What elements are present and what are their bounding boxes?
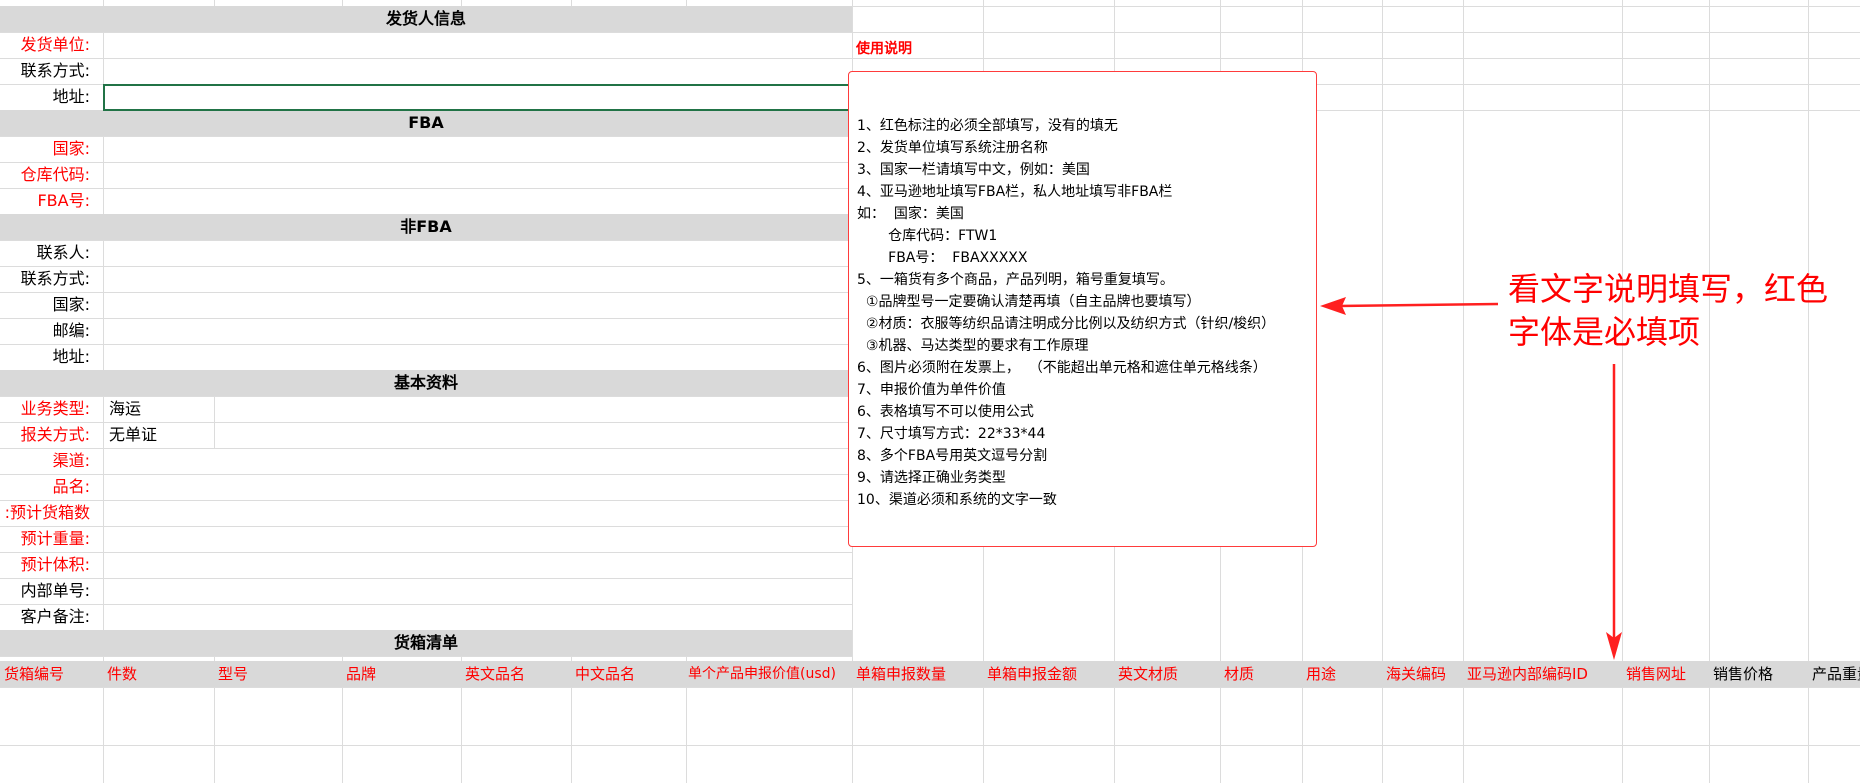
arrow-down-icon (1606, 364, 1622, 660)
arrow-left-icon (1320, 297, 1499, 315)
annotation-arrows (1320, 297, 1622, 660)
